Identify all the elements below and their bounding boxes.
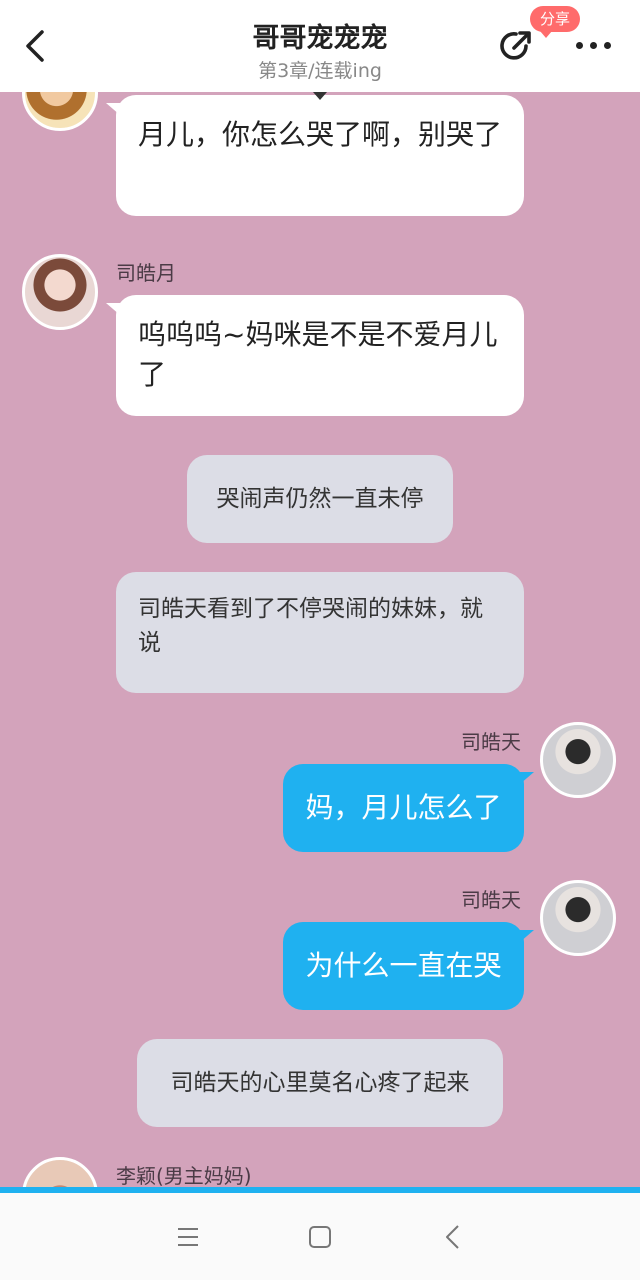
avatar[interactable] (540, 880, 616, 956)
avatar[interactable] (540, 722, 616, 798)
share-badge: 分享 (530, 6, 581, 38)
narration-text: 司皓天看到了不停哭闹的妹妹，就说 (138, 596, 483, 656)
avatar[interactable] (22, 254, 98, 330)
narration-text: 司皓天的心里莫名心疼了起来 (170, 1070, 470, 1096)
message-bubble: 为什么一直在哭 (283, 922, 534, 1010)
home-square-icon (309, 1226, 331, 1248)
nav-menu-button[interactable] (170, 1219, 206, 1255)
narration-bubble: 司皓天看到了不停哭闹的妹妹，就说 (116, 572, 524, 693)
nav-back-button[interactable] (436, 1219, 472, 1255)
sender-name: 司皓天 (461, 888, 521, 912)
message-bubble: 妈，月儿怎么了 (283, 764, 534, 852)
message-text: 妈，月儿怎么了 (305, 791, 502, 824)
nav-home-button[interactable] (302, 1219, 338, 1255)
message-bubble: 月儿，你怎么哭了啊，别哭了 (106, 95, 524, 216)
nav-back-icon (446, 1225, 459, 1249)
share-button[interactable] (496, 26, 536, 66)
message-text: 为什么一直在哭 (305, 949, 502, 982)
more-button[interactable] (574, 40, 614, 52)
narration-text: 哭闹声仍然一直未停 (216, 486, 424, 512)
system-nav-bar (0, 1193, 640, 1280)
sender-name: 司皓月 (116, 261, 176, 285)
sender-name: 司皓天 (461, 730, 521, 754)
menu-icon (178, 1228, 198, 1246)
caret-down-icon (313, 92, 327, 100)
narration-bubble: 哭闹声仍然一直未停 (187, 455, 453, 543)
chapter-subtitle: 第3章/连载ing (258, 60, 382, 82)
narration-bubble: 司皓天的心里莫名心疼了起来 (137, 1039, 503, 1127)
sender-name: 李颖(男主妈妈) (116, 1164, 252, 1188)
message-bubble: 呜呜呜~妈咪是不是不爱月儿了 (106, 295, 524, 416)
top-bar: 哥哥宠宠宠 第3章/连载ing 分享 (0, 0, 640, 92)
message-text: 月儿，你怎么哭了啊，别哭了 (138, 118, 503, 151)
message-text: 呜呜呜~妈咪是不是不爱月儿了 (138, 318, 498, 391)
more-dots-icon (576, 42, 583, 49)
share-arrow-icon (500, 31, 531, 60)
